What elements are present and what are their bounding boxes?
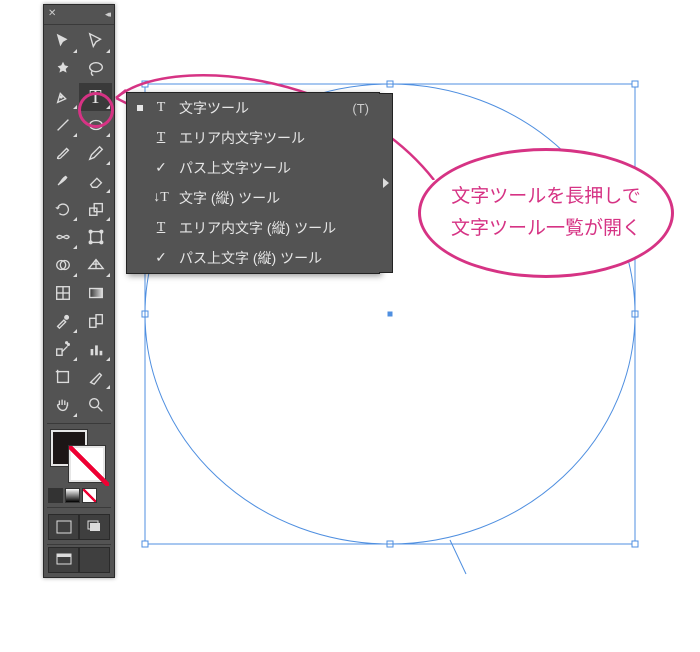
screen-mode-alt[interactable] xyxy=(79,547,110,573)
color-mode-none[interactable] xyxy=(82,488,97,503)
vertical-type-icon: ↓T xyxy=(151,190,171,206)
hand-tool[interactable] xyxy=(46,391,79,419)
area-type-icon: T xyxy=(151,130,171,146)
close-icon[interactable]: ✕ xyxy=(48,8,56,19)
callout-line2: 文字ツール一覧が開く xyxy=(451,218,641,239)
scale-tool[interactable] xyxy=(79,195,112,223)
flyout-item-vertical-path-type[interactable]: ✓ パス上文字 (縦) ツール xyxy=(127,243,379,273)
direct-selection-tool[interactable] xyxy=(79,27,112,55)
free-transform-tool[interactable] xyxy=(79,223,112,251)
fill-stroke-swatch[interactable] xyxy=(47,428,111,482)
artboard-tool[interactable] xyxy=(46,363,79,391)
lasso-tool[interactable] xyxy=(79,55,112,83)
flyout-label: エリア内文字 (縦) ツール xyxy=(179,218,369,238)
slice-tool[interactable] xyxy=(79,363,112,391)
flyout-label: 文字ツール xyxy=(179,98,352,118)
tools-panel: ✕ ◂◂ T xyxy=(43,4,115,578)
flyout-label: 文字 (縦) ツール xyxy=(179,188,369,208)
eraser-tool[interactable] xyxy=(79,167,112,195)
highlight-ring xyxy=(78,92,114,128)
width-tool[interactable] xyxy=(46,223,79,251)
gradient-tool[interactable] xyxy=(79,279,112,307)
flyout-item-vertical-area-type[interactable]: T エリア内文字 (縦) ツール xyxy=(127,213,379,243)
stroke-color[interactable] xyxy=(69,446,105,482)
collapse-icon[interactable]: ◂◂ xyxy=(105,9,108,20)
flyout-label: パス上文字ツール xyxy=(179,158,369,178)
panel-header[interactable]: ✕ ◂◂ xyxy=(44,5,114,25)
line-tool[interactable] xyxy=(46,111,79,139)
screen-mode[interactable] xyxy=(48,547,79,573)
annotation-callout: 文字ツールを長押しで 文字ツール一覧が開く xyxy=(418,148,674,278)
pen-tool[interactable] xyxy=(46,83,79,111)
type-icon: T xyxy=(151,100,171,116)
path-type-icon: ✓ xyxy=(151,160,171,177)
flyout-item-area-type[interactable]: T エリア内文字ツール xyxy=(127,123,379,153)
vertical-area-type-icon: T xyxy=(151,220,171,236)
flyout-label: パス上文字 (縦) ツール xyxy=(179,248,369,268)
color-mode-solid[interactable] xyxy=(48,488,63,503)
vertical-path-type-icon: ✓ xyxy=(151,250,171,267)
flyout-item-vertical-type[interactable]: ↓T 文字 (縦) ツール xyxy=(127,183,379,213)
color-mode-gradient[interactable] xyxy=(65,488,80,503)
active-dot-icon xyxy=(137,105,143,111)
pencil-tool[interactable] xyxy=(79,139,112,167)
perspective-grid-tool[interactable] xyxy=(79,251,112,279)
rotate-tool[interactable] xyxy=(46,195,79,223)
flyout-shortcut: (T) xyxy=(352,101,369,116)
callout-line1: 文字ツールを長押しで xyxy=(451,186,640,207)
color-mode-row xyxy=(44,486,114,505)
mesh-tool[interactable] xyxy=(46,279,79,307)
blend-tool[interactable] xyxy=(79,307,112,335)
flyout-item-path-type[interactable]: ✓ パス上文字ツール xyxy=(127,153,379,183)
column-graph-tool[interactable] xyxy=(79,335,112,363)
selection-tool[interactable] xyxy=(46,27,79,55)
blob-brush-tool[interactable] xyxy=(46,167,79,195)
flyout-item-type[interactable]: T 文字ツール (T) xyxy=(127,93,379,123)
symbol-sprayer-tool[interactable] xyxy=(46,335,79,363)
eyedropper-tool[interactable] xyxy=(46,307,79,335)
type-tool-flyout: T 文字ツール (T) T エリア内文字ツール ✓ パス上文字ツール ↓T 文字… xyxy=(126,92,380,274)
draw-behind[interactable] xyxy=(79,514,110,540)
shape-builder-tool[interactable] xyxy=(46,251,79,279)
flyout-tearoff-icon[interactable] xyxy=(379,93,393,273)
paintbrush-tool[interactable] xyxy=(46,139,79,167)
magic-wand-tool[interactable] xyxy=(46,55,79,83)
draw-normal[interactable] xyxy=(48,514,79,540)
zoom-tool[interactable] xyxy=(79,391,112,419)
flyout-label: エリア内文字ツール xyxy=(179,128,369,148)
